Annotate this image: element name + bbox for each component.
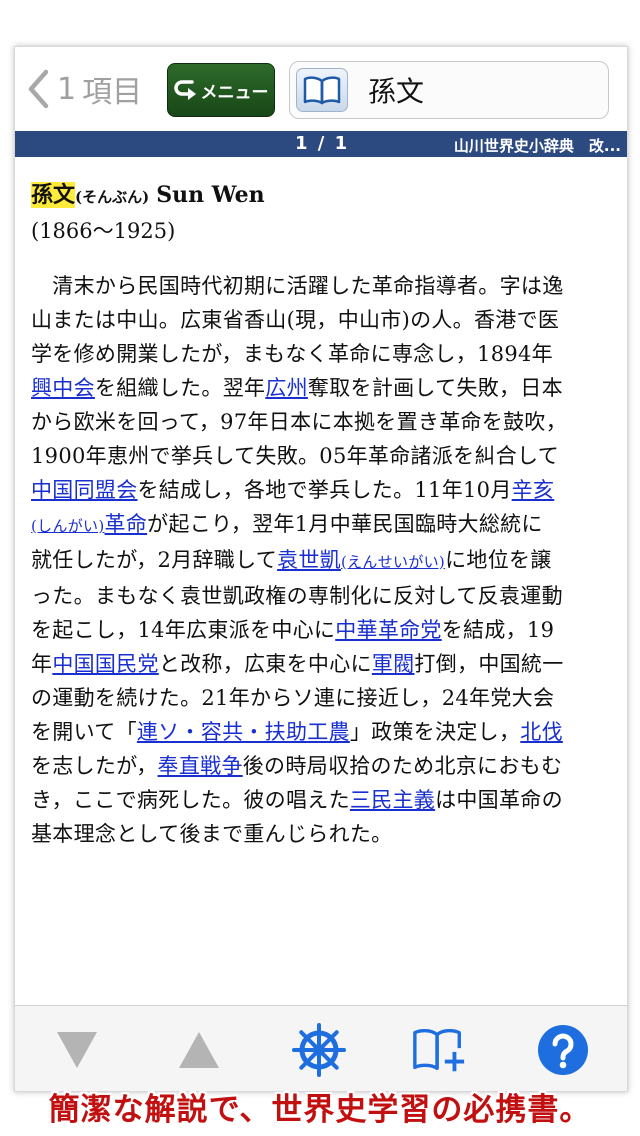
cross-reference-link[interactable]: 革命	[105, 512, 148, 536]
entry-body-line: (しんがい)革命が起こり，翌年1月中華民国臨時大総統に	[31, 507, 611, 543]
cross-reference-link[interactable]: 中国同盟会	[31, 478, 138, 502]
entry-body-line: 清末から民国時代初期に活躍した革命指導者。字は逸	[31, 269, 611, 303]
entry-text: の運動を続けた。21年からソ連に接近し，24年党大会	[31, 686, 555, 710]
entry-text: 1900年恵州で挙兵して失敗。05年革命諸派を糾合して	[31, 444, 560, 468]
next-entry-button[interactable]	[49, 1022, 105, 1078]
entry-text: が起こり，翌年1月中華民国臨時大総統に	[147, 512, 543, 536]
entry-text: 山または中山。広東省香山(現，中山市)の人。香港で医	[31, 308, 560, 332]
back-count: 1	[57, 71, 77, 107]
entry-text: を開いて「	[31, 720, 137, 744]
cross-reference-link[interactable]: 連ソ・容共・扶助工農	[137, 720, 350, 744]
entry-text: を組織した。翌年	[94, 376, 266, 400]
cross-reference-link[interactable]: 三民主義	[350, 788, 435, 812]
entry-text: 」政策を決定し，	[349, 720, 521, 744]
entry-text: き，ここで病死した。彼の唱えた	[31, 788, 350, 812]
entry-body-line: 年中国国民党と改称，広東を中心に軍閥打倒，中国統一	[31, 647, 611, 681]
menu-button-label: メニュー	[200, 82, 269, 103]
entry-text: 基本理念として後まで重んじられた。	[31, 822, 393, 846]
back-label: 項目	[82, 75, 143, 110]
cross-reference-link[interactable]: 中華革命党	[335, 618, 442, 642]
entry-text: を結成し，各地で挙兵した。11年10月	[137, 478, 512, 502]
entry-body-line: 興中会を組織した。翌年広州奪取を計画して失敗，日本	[31, 371, 611, 405]
navigation-bar: 1 項目 メニュー 孫文	[15, 47, 627, 131]
cross-reference-link[interactable]: 軍閥	[372, 652, 415, 676]
page-count: 1 / 1	[295, 133, 350, 154]
navigation-wheel-button[interactable]	[291, 1022, 347, 1078]
dictionary-source: 山川世界史小辞典 改...	[453, 137, 621, 155]
cross-reference-link[interactable]: 辛亥	[512, 478, 555, 502]
entry-text: から欧米を回って，97年日本に本拠を置き革命を鼓吹，	[31, 410, 567, 434]
back-button[interactable]: 1 項目	[27, 65, 142, 113]
entry-body-line: を開いて「連ソ・容共・扶助工農」政策を決定し，北伐	[31, 715, 611, 749]
triangle-down-icon	[57, 1032, 97, 1068]
entry-text: った。まもなく袁世凱政権の専制化に反対して反袁運動	[31, 584, 563, 608]
headword-line: 孫文(そんぶん) Sun Wen	[31, 179, 611, 213]
entry-text: は中国革命の	[435, 788, 563, 812]
entry-body-line: 学を修め開業したが，まもなく革命に専念し，1894年	[31, 337, 611, 371]
entry-text: を起こし，14年広東派を中心に	[31, 618, 336, 642]
headword-english: Sun Wen	[156, 182, 265, 208]
entry-text: 就任したが，2月辞職して	[31, 548, 278, 572]
entry-content: 孫文(そんぶん) Sun Wen (1866〜1925) 清末から民国時代初期に…	[31, 179, 611, 851]
entry-body-line: を志したが，奉直戦争後の時局収拾のため北京におもむ	[31, 749, 611, 783]
page-indicator-bar: 1 / 1 山川世界史小辞典 改...	[15, 131, 627, 157]
menu-button[interactable]: メニュー	[167, 63, 275, 117]
entry-text: 打倒，中国統一	[414, 652, 564, 676]
book-plus-icon	[413, 1028, 465, 1072]
return-arrow-icon	[173, 80, 196, 100]
cross-reference-link[interactable]: 興中会	[31, 376, 95, 400]
triangle-up-icon	[179, 1032, 219, 1068]
entry-body-line: を起こし，14年広東派を中心に中華革命党を結成，19	[31, 613, 611, 647]
cross-reference-link[interactable]: 袁世凱	[277, 548, 341, 572]
entry-body-line: 就任したが，2月辞職して袁世凱(えんせいがい)に地位を譲	[31, 543, 611, 579]
chevron-left-icon	[28, 69, 49, 109]
entry-body-line: から欧米を回って，97年日本に本拠を置き革命を鼓吹，	[31, 405, 611, 439]
entry-body-line: った。まもなく袁世凱政権の専制化に反対して反袁運動	[31, 579, 611, 613]
cross-reference-link[interactable]: 中国国民党	[52, 652, 159, 676]
headword: 孫文	[31, 182, 76, 208]
previous-entry-button[interactable]	[171, 1022, 227, 1078]
ship-wheel-icon	[292, 1023, 346, 1077]
promo-caption: 簡潔な解説で、世界史学習の必携書。	[48, 1092, 592, 1128]
entry-text: と改称，広東を中心に	[158, 652, 372, 676]
entry-text: を結成，19	[441, 618, 555, 642]
open-book-icon	[303, 76, 341, 105]
bottom-toolbar	[15, 1005, 627, 1091]
phone-screen: 1 項目 メニュー 孫文 1 / 1 山川世界史小辞典 改... 孫文(そんぶん…	[14, 46, 628, 1092]
cross-reference-link[interactable]: 北伐	[520, 720, 563, 744]
entry-body-line: 1900年恵州で挙兵して失敗。05年革命諸派を糾合して	[31, 439, 611, 473]
help-button[interactable]	[535, 1022, 591, 1078]
entry-body-line: 中国同盟会を結成し，各地で挙兵した。11年10月辛亥	[31, 473, 611, 507]
entry-title-field[interactable]: 孫文	[289, 61, 609, 119]
cross-reference-link[interactable]: 広州	[265, 376, 308, 400]
entry-text: 清末から民国時代初期に活躍した革命指導者。字は逸	[31, 274, 564, 298]
entry-text: に地位を譲	[445, 548, 552, 572]
entry-body-line: 山または中山。広東省香山(現，中山市)の人。香港で医	[31, 303, 611, 337]
entry-body: 清末から民国時代初期に活躍した革命指導者。字は逸 山または中山。広東省香山(現，中…	[31, 269, 611, 851]
add-bookmark-button[interactable]	[411, 1022, 467, 1078]
entry-title: 孫文	[368, 75, 425, 108]
cross-reference-link[interactable]: (しんがい)	[31, 517, 105, 535]
headword-reading: (そんぶん)	[75, 188, 150, 206]
help-icon	[538, 1025, 588, 1075]
entry-text: 奪取を計画して失敗，日本	[307, 376, 563, 400]
cross-reference-link[interactable]: (えんせいがい)	[341, 553, 445, 571]
entry-text: 後の時局収拾のため北京におもむ	[242, 754, 563, 778]
entry-body-line: き，ここで病死した。彼の唱えた三民主義は中国革命の	[31, 783, 611, 817]
cross-reference-link[interactable]: 奉直戦争	[158, 754, 243, 778]
entry-text: 年	[31, 652, 53, 676]
entry-body-line: 基本理念として後まで重んじられた。	[31, 817, 611, 851]
entry-text: 学を修め開業したが，まもなく革命に専念し，1894年	[31, 342, 553, 366]
entry-body-line: の運動を続けた。21年からソ連に接近し，24年党大会	[31, 681, 611, 715]
dictionary-book-button[interactable]	[296, 68, 348, 112]
life-years: (1866〜1925)	[31, 219, 176, 243]
entry-text: を志したが，	[31, 754, 158, 778]
